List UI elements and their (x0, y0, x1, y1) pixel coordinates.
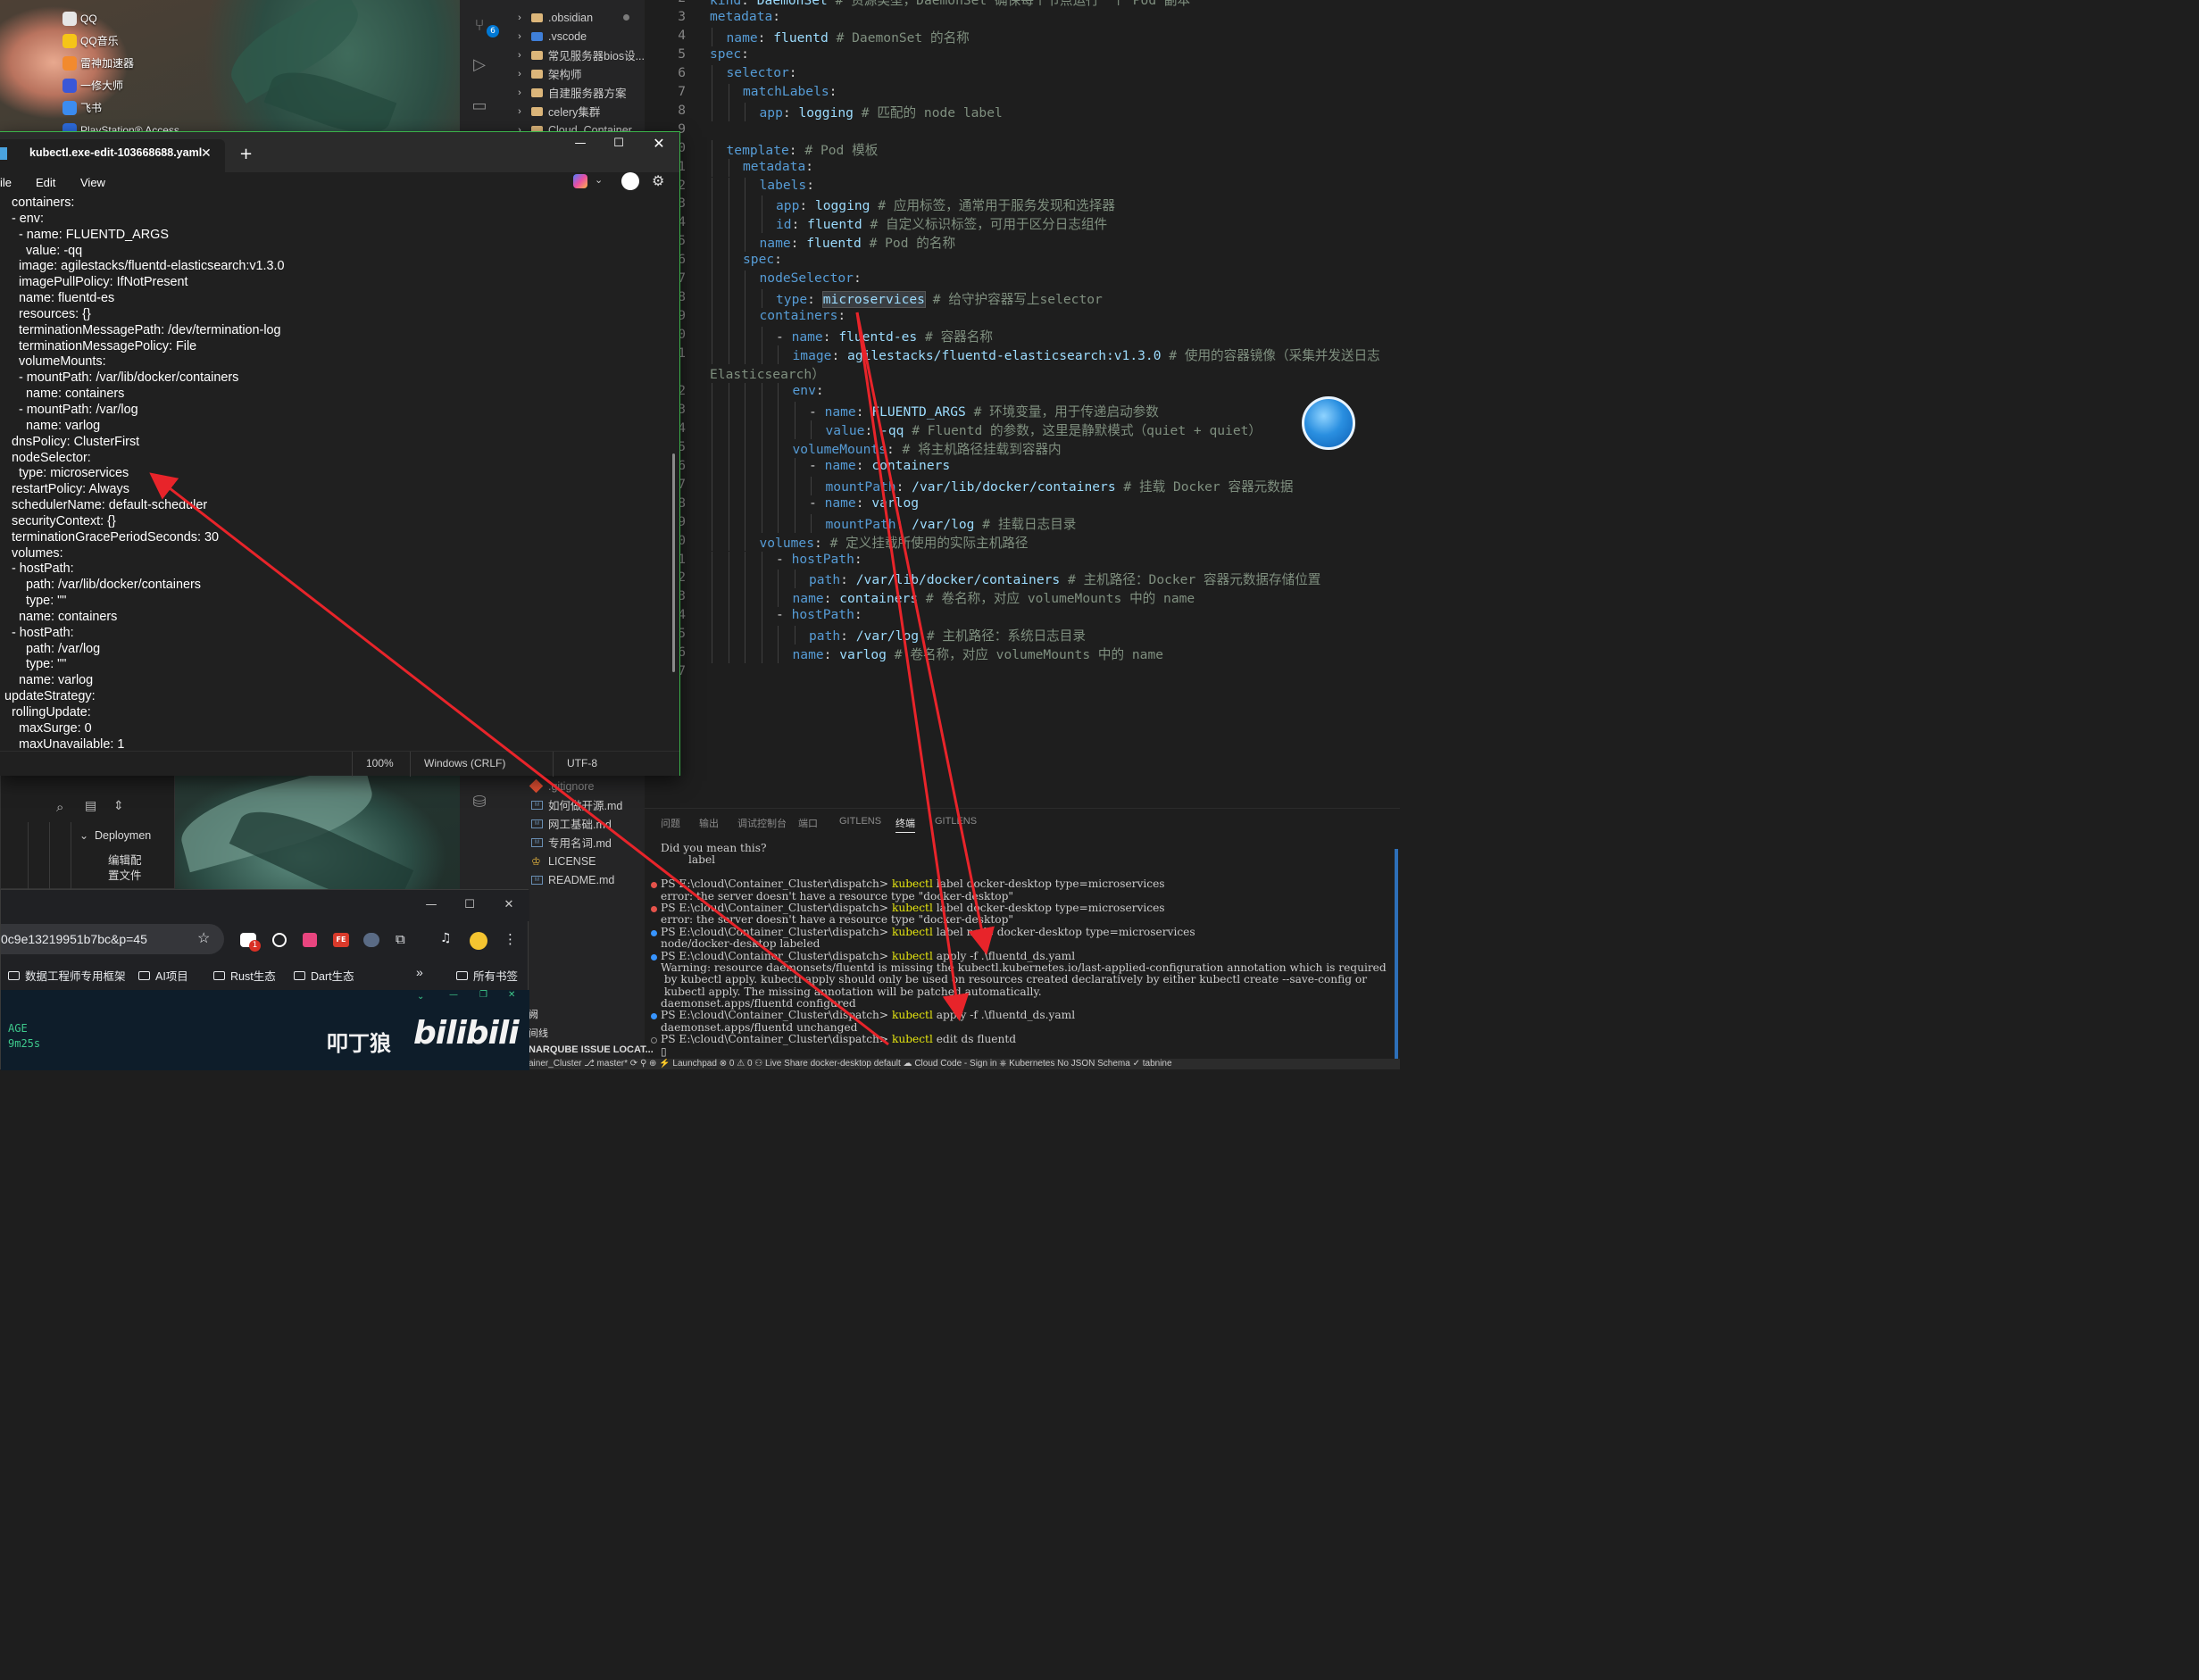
annotation-overlay (149, 312, 995, 1046)
arrow-to-label-command (855, 312, 995, 955)
arrow-to-notepad-nodeselector (149, 472, 889, 1046)
arrow-to-apply-command (855, 312, 970, 1021)
